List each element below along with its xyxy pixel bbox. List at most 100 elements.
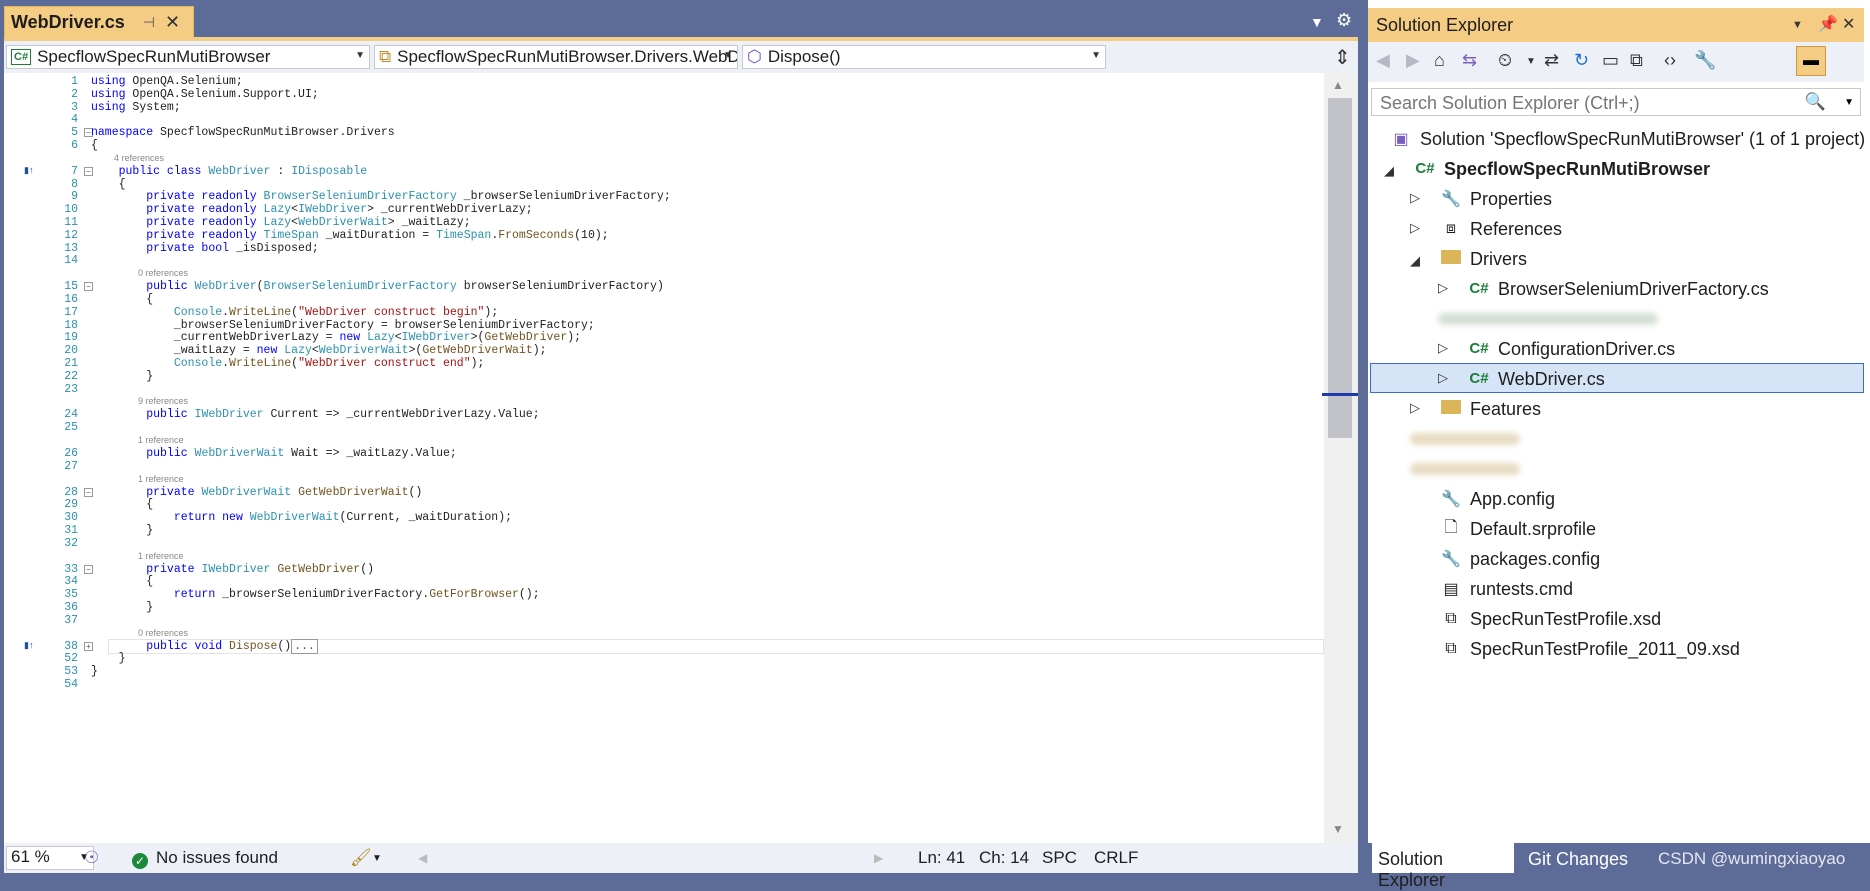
member-combo[interactable]: ⬡ Dispose() ▼ [742, 45, 1106, 69]
codelens-references[interactable]: 9 references [138, 396, 188, 406]
chevron-down-icon[interactable]: ▼ [1526, 56, 1536, 67]
tree-browser-factory[interactable]: C# BrowserSeleniumDriverFactory.cs [1468, 274, 1768, 304]
expanded-triangle-icon[interactable]: ◢ [1384, 163, 1394, 179]
pin-icon[interactable]: ⊣ [143, 14, 155, 31]
window-menu-icon[interactable]: ▼ [1792, 19, 1803, 31]
tree-configuration-driver[interactable]: C# ConfigurationDriver.cs [1468, 334, 1675, 364]
codelens-references[interactable]: 0 references [138, 268, 188, 278]
code-line: private WebDriverWait GetWebDriverWait() [146, 485, 423, 499]
tree-webdriver-cs[interactable]: C# WebDriver.cs [1468, 364, 1604, 394]
collapsed-triangle-icon[interactable]: ▷ [1438, 370, 1448, 386]
check-circle-icon: ✓ [132, 853, 148, 869]
collapsed-triangle-icon[interactable]: ▷ [1410, 220, 1420, 236]
properties-wrench-icon[interactable]: 🔧 [1694, 50, 1716, 71]
code-cleanup-icon[interactable]: 🖌 [350, 848, 372, 868]
line-number: 5 [71, 126, 78, 140]
line-ending-indicator[interactable]: CRLF [1094, 848, 1138, 868]
codelens-references[interactable]: 4 references [114, 153, 164, 163]
scroll-up-icon[interactable]: ▲ [1332, 78, 1344, 92]
pin-icon[interactable]: 📌 [1818, 14, 1838, 34]
code-line: private IWebDriver GetWebDriver() [146, 562, 374, 576]
split-editor-icon[interactable]: ⇕ [1334, 45, 1351, 70]
view-code-icon[interactable]: ‹› [1664, 50, 1676, 71]
switch-views-icon[interactable]: ⇆ [1462, 50, 1477, 71]
implementation-marker-icon[interactable]: ▮↑ [24, 640, 33, 651]
class-combo[interactable]: ⧉ SpecflowSpecRunMutiBrowser.Drivers.Web… [374, 45, 738, 69]
show-all-files-icon[interactable]: ⧉ [1630, 50, 1643, 71]
collapsed-region-ellipsis[interactable]: ... [291, 638, 318, 654]
intellicode-icon[interactable]: ☉ [84, 848, 99, 868]
tree-app-config[interactable]: 🔧 App.config [1440, 484, 1555, 514]
tab-solution-explorer[interactable]: Solution Explorer [1372, 843, 1514, 890]
column-indicator[interactable]: Ch: 14 [979, 848, 1029, 868]
csharp-file-icon: C# [1469, 280, 1489, 297]
gear-icon[interactable]: ⚙ [1336, 10, 1352, 31]
tree-properties[interactable]: 🔧 Properties [1440, 184, 1552, 214]
csharp-file-icon: C# [1469, 340, 1489, 357]
collapsed-triangle-icon[interactable]: ▷ [1410, 190, 1420, 206]
whitespace-indicator[interactable]: SPC [1042, 848, 1077, 868]
line-number: 38 [64, 639, 78, 653]
code-line: using OpenQA.Selenium.Support.UI; [91, 87, 319, 101]
close-icon[interactable]: ✕ [165, 12, 180, 33]
close-icon[interactable]: ✕ [1842, 14, 1855, 34]
tree-references[interactable]: ⧈ References [1440, 214, 1562, 244]
method-icon: ⬡ [747, 47, 762, 66]
issues-indicator[interactable]: ✓ No issues found [132, 848, 278, 869]
preview-selected-items-icon[interactable]: ▬ [1796, 46, 1826, 76]
pending-changes-filter-icon[interactable]: ⏲ [1498, 50, 1512, 71]
home-icon[interactable]: ⌂ [1434, 50, 1445, 71]
tree-drivers-folder[interactable]: Drivers [1440, 244, 1527, 274]
implementation-marker-icon[interactable]: ▮↑ [24, 165, 33, 176]
collapse-all-icon[interactable]: ▭ [1602, 50, 1619, 71]
class-combo-value: SpecflowSpecRunMutiBrowser.Drivers.WebDr… [397, 47, 738, 66]
sync-active-document-icon[interactable]: ⇄ [1544, 50, 1559, 71]
tree-solution[interactable]: ▣ Solution 'SpecflowSpecRunMutiBrowser' … [1390, 124, 1865, 154]
tree-specrun-xsd[interactable]: ⧉ SpecRunTestProfile.xsd [1440, 604, 1661, 634]
solution-explorer-search[interactable]: 🔍 ▼ [1371, 88, 1861, 116]
code-line: { [91, 139, 98, 152]
tree-features-folder[interactable]: Features [1440, 394, 1541, 424]
tab-overflow-icon[interactable]: ▼ [1310, 14, 1324, 30]
codelens-references[interactable]: 1 reference [138, 435, 184, 445]
zoom-combo[interactable]: 61 % ▼ [6, 846, 94, 870]
issues-text: No issues found [156, 848, 278, 867]
line-number: 23 [64, 382, 78, 396]
back-icon[interactable]: ◀ [1376, 50, 1390, 71]
expanded-triangle-icon[interactable]: ◢ [1410, 253, 1420, 269]
tree-specrun-2011-xsd[interactable]: ⧉ SpecRunTestProfile_2011_09.xsd [1440, 634, 1740, 664]
refresh-icon[interactable]: ↻ [1574, 50, 1589, 71]
tab-webdriver-cs[interactable]: WebDriver.cs ⊣ ✕ [4, 6, 194, 38]
references-icon: ⧈ [1445, 220, 1457, 237]
chevron-down-icon[interactable]: ▼ [372, 853, 382, 864]
tree-item-label: SpecRunTestProfile_2011_09.xsd [1470, 638, 1740, 659]
tree-runtests-cmd[interactable]: ▤ runtests.cmd [1440, 574, 1573, 604]
scroll-left-icon[interactable]: ◀ [418, 851, 427, 865]
code-editor[interactable]: 1 using OpenQA.Selenium; 2 using OpenQA.Sel… [4, 73, 1324, 843]
line-number: 18 [64, 318, 78, 332]
collapsed-triangle-icon[interactable]: ▷ [1438, 340, 1448, 356]
collapsed-triangle-icon[interactable]: ▷ [1438, 280, 1448, 296]
tree-packages-config[interactable]: 🔧 packages.config [1440, 544, 1600, 574]
search-icon[interactable]: 🔍 [1805, 92, 1826, 112]
tab-git-changes[interactable]: Git Changes [1528, 849, 1628, 870]
chevron-down-icon[interactable]: ▼ [1844, 97, 1854, 108]
tree-default-srprofile[interactable]: 🗋 Default.srprofile [1440, 514, 1597, 544]
scroll-down-icon[interactable]: ▼ [1332, 822, 1344, 836]
scrollbar-thumb[interactable] [1328, 98, 1352, 438]
line-number: 6 [71, 139, 78, 152]
project-combo[interactable]: C# SpecflowSpecRunMutiBrowser ▼ [6, 45, 370, 69]
codelens-references[interactable]: 1 reference [138, 474, 184, 484]
collapsed-triangle-icon[interactable]: ▷ [1410, 400, 1420, 416]
codelens-references[interactable]: 1 reference [138, 551, 184, 561]
scroll-right-icon[interactable]: ▶ [874, 851, 883, 865]
search-input[interactable] [1378, 92, 1812, 115]
line-number: 7 [71, 164, 78, 178]
code-line: public void Dispose()... [91, 638, 318, 654]
forward-icon[interactable]: ▶ [1406, 50, 1420, 71]
tree-project[interactable]: C# SpecflowSpecRunMutiBrowser [1414, 154, 1710, 184]
line-indicator[interactable]: Ln: 41 [918, 848, 965, 868]
solution-icon: ▣ [1393, 131, 1409, 148]
codelens-references[interactable]: 0 references [138, 628, 188, 638]
csharp-project-icon: C# [1415, 160, 1435, 177]
